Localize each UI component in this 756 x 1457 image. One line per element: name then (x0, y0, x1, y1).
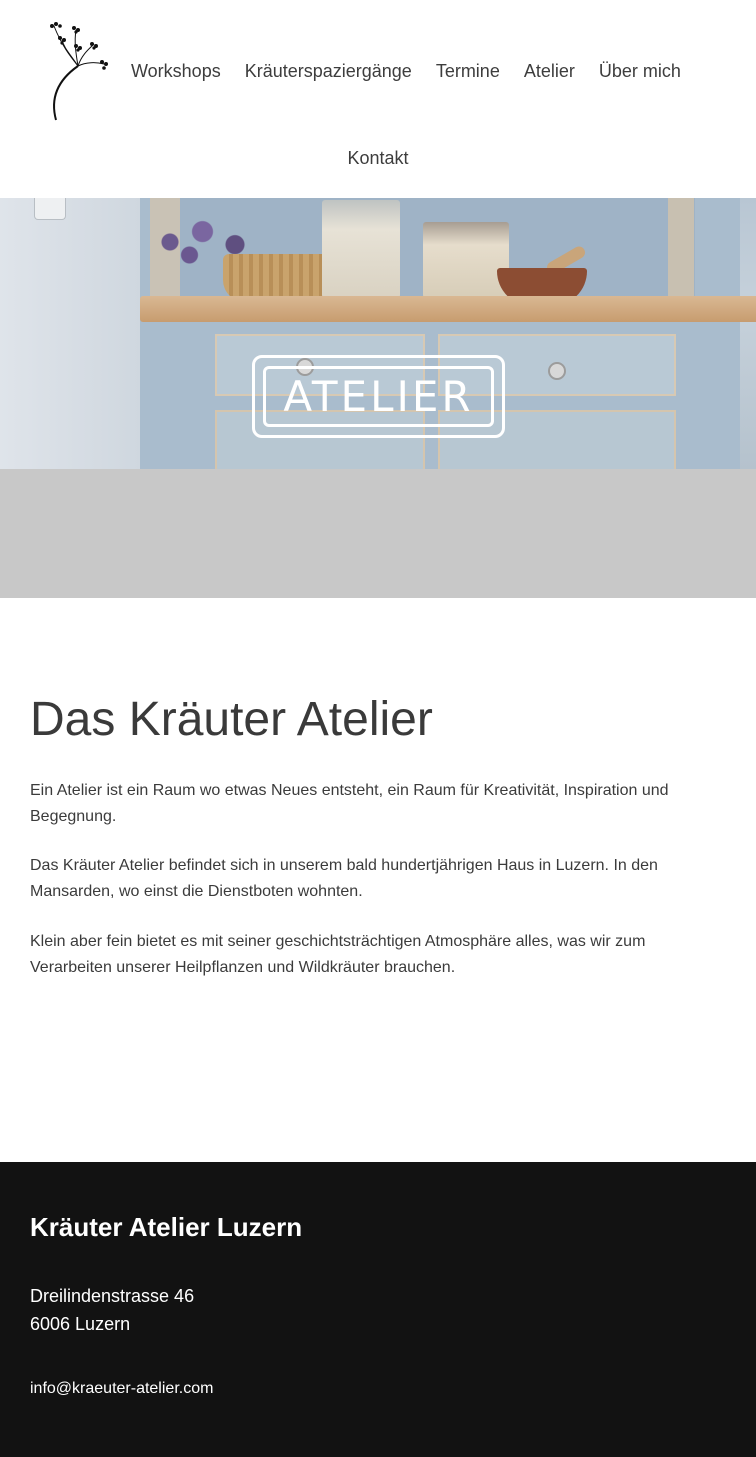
footer-address: Dreilindenstrasse 46 6006 Luzern (30, 1282, 194, 1338)
wall-socket (34, 198, 66, 220)
hero-title-badge-inner: ATELIER (263, 366, 494, 427)
main-nav: Workshops Kräuterspaziergänge Termine At… (131, 58, 681, 84)
site-header: Workshops Kräuterspaziergänge Termine At… (0, 0, 756, 198)
hero-title: ATELIER (283, 371, 474, 421)
nav-kraeuterspaziergaenge[interactable]: Kräuterspaziergänge (245, 58, 412, 84)
location-paragraph: Das Kräuter Atelier befindet sich in uns… (30, 857, 658, 900)
hero-wall (0, 198, 140, 469)
footer-street: Dreilindenstrasse 46 (30, 1286, 195, 1306)
page-title: Das Kräuter Atelier (30, 693, 433, 746)
drawer-knob (548, 362, 566, 380)
vintage-tin (423, 222, 509, 298)
cabinet-side (668, 198, 694, 308)
footer-title: Kräuter Atelier Luzern (30, 1212, 303, 1242)
nav-termine[interactable]: Termine (436, 58, 500, 84)
nav-ueber-mich[interactable]: Über mich (599, 58, 681, 84)
nav-kontakt[interactable]: Kontakt (347, 148, 408, 168)
nav-workshops[interactable]: Workshops (131, 58, 221, 84)
intro-paragraph: Ein Atelier ist ein Raum wo etwas Neues … (30, 782, 669, 825)
main-content: Das Kräuter Atelier Ein Atelier ist ein … (30, 690, 726, 976)
footer-city: 6006 Luzern (30, 1314, 131, 1334)
footer-email-link[interactable]: info@kraeuter-atelier.com (30, 1380, 213, 1398)
hero-title-badge: ATELIER (252, 355, 505, 438)
vintage-tin (322, 200, 400, 298)
nav-atelier[interactable]: Atelier (524, 58, 575, 84)
herb-logo-icon[interactable] (40, 18, 112, 126)
description-paragraph: Klein aber fein bietet es mit seiner ges… (30, 933, 646, 976)
grey-spacer-band (0, 469, 756, 598)
cabinet-shelf (140, 296, 756, 322)
hero-image: ATELIER (0, 198, 756, 469)
nav-contact-row: Kontakt (0, 145, 756, 171)
site-footer: Kräuter Atelier Luzern Dreilindenstrasse… (0, 1162, 756, 1457)
